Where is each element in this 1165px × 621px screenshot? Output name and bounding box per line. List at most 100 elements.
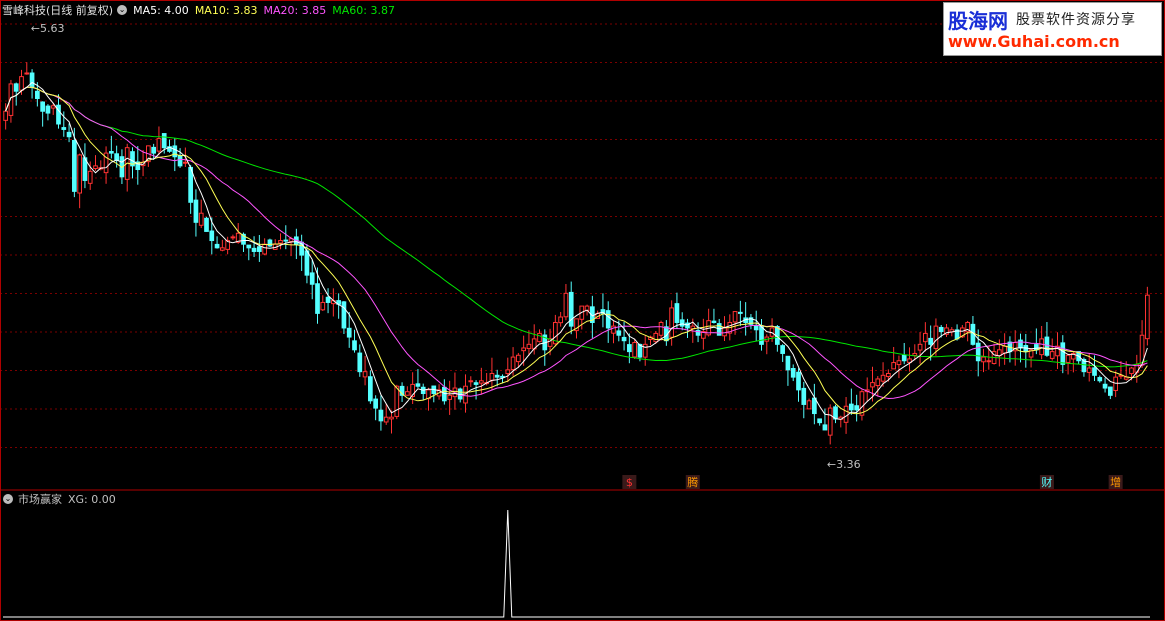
xg-indicator bbox=[3, 509, 1150, 618]
candle-body bbox=[870, 382, 875, 388]
candle-body bbox=[1060, 342, 1066, 365]
candle bbox=[642, 335, 648, 366]
candle bbox=[230, 234, 236, 241]
candle bbox=[748, 314, 754, 330]
candle-body bbox=[389, 416, 394, 420]
candle-body bbox=[753, 325, 759, 331]
kline-chart[interactable]: $腾财增涨 ←5.63←3.36 bbox=[0, 0, 1165, 621]
candle-body bbox=[114, 153, 119, 161]
candle bbox=[357, 344, 363, 377]
candle-body bbox=[822, 424, 828, 431]
candle bbox=[864, 377, 870, 402]
candle-body bbox=[50, 105, 56, 109]
candle-body bbox=[405, 391, 410, 396]
candle bbox=[965, 320, 970, 342]
candle-body bbox=[357, 352, 363, 373]
ma5-label: MA5: 4.00 bbox=[133, 3, 189, 17]
candle bbox=[854, 394, 859, 422]
candle-body bbox=[283, 239, 289, 242]
candle bbox=[77, 153, 82, 209]
low-price-label: ←3.36 bbox=[827, 458, 861, 471]
signal-marker[interactable]: 财 bbox=[1041, 475, 1052, 489]
candle-body bbox=[468, 380, 474, 383]
sub-panel-title[interactable]: 市场赢家 bbox=[18, 491, 62, 507]
candle-body bbox=[368, 376, 373, 402]
candle-body bbox=[35, 90, 40, 99]
candle-body bbox=[24, 72, 30, 75]
candle bbox=[923, 322, 928, 352]
candle-body bbox=[29, 72, 35, 89]
candle-body bbox=[494, 374, 500, 378]
candle-body bbox=[352, 340, 357, 351]
candle bbox=[981, 348, 986, 373]
candle bbox=[600, 293, 606, 328]
candle bbox=[1044, 322, 1050, 357]
candle bbox=[632, 338, 637, 359]
sub-panel-toggle-icon[interactable]: ⌄ bbox=[3, 494, 13, 504]
candle-body bbox=[616, 330, 622, 336]
candle-body bbox=[489, 372, 495, 381]
candle bbox=[40, 101, 45, 127]
candle bbox=[801, 381, 807, 419]
candle-body bbox=[563, 292, 569, 318]
candle-body bbox=[1092, 367, 1097, 376]
candle-body bbox=[605, 310, 611, 329]
candle-body bbox=[981, 356, 986, 363]
candle-body bbox=[505, 369, 511, 375]
candle-body bbox=[320, 301, 326, 311]
candle bbox=[605, 301, 611, 343]
candle bbox=[780, 344, 785, 362]
candle bbox=[267, 238, 273, 248]
candle bbox=[151, 143, 156, 160]
candle-body bbox=[66, 131, 72, 138]
candle bbox=[849, 388, 854, 415]
candlesticks bbox=[3, 62, 1150, 445]
candle-body bbox=[526, 343, 532, 350]
candle bbox=[124, 143, 130, 192]
candle-body bbox=[653, 332, 659, 343]
candle bbox=[489, 357, 495, 391]
candle-body bbox=[3, 110, 8, 121]
moving-averages bbox=[5, 81, 1148, 420]
candle-body bbox=[627, 344, 632, 353]
settings-toggle-icon[interactable]: ⌄ bbox=[117, 5, 128, 15]
candle-body bbox=[362, 371, 368, 378]
candle bbox=[251, 236, 257, 257]
candle bbox=[24, 62, 30, 75]
candle-body bbox=[214, 243, 220, 249]
candle bbox=[901, 342, 907, 365]
candle bbox=[167, 139, 172, 153]
candle bbox=[1113, 371, 1118, 398]
candle bbox=[674, 292, 680, 329]
candle-body bbox=[790, 367, 796, 378]
candle bbox=[553, 314, 558, 347]
candle-body bbox=[796, 371, 801, 391]
candle bbox=[156, 126, 162, 156]
candle bbox=[875, 376, 881, 397]
candle-body bbox=[1145, 294, 1150, 340]
signal-marker[interactable]: 腾 bbox=[687, 475, 698, 489]
candle-body bbox=[383, 416, 389, 423]
candle-body bbox=[812, 397, 817, 415]
signal-marker[interactable]: $ bbox=[626, 476, 633, 489]
price-labels: ←5.63 ←3.36 bbox=[31, 22, 861, 471]
candle-body bbox=[198, 212, 204, 226]
candle-body bbox=[632, 342, 637, 358]
candle-body bbox=[1044, 336, 1050, 356]
candle-body bbox=[204, 217, 209, 232]
candle-body bbox=[262, 243, 267, 255]
candle-body bbox=[1065, 354, 1071, 363]
candle-body bbox=[415, 383, 421, 387]
candle bbox=[368, 370, 373, 404]
signal-marker[interactable]: 增 bbox=[1110, 475, 1121, 489]
candle-body bbox=[923, 332, 928, 343]
candle-body bbox=[621, 336, 627, 342]
candle bbox=[907, 347, 912, 372]
candle-body bbox=[801, 387, 807, 405]
stock-title[interactable]: 雪峰科技(日线 前复权) bbox=[2, 2, 113, 18]
candle-body bbox=[246, 244, 252, 249]
candle bbox=[352, 329, 357, 353]
candle bbox=[373, 395, 378, 421]
candle-body bbox=[611, 325, 616, 334]
candle-body bbox=[13, 83, 19, 92]
